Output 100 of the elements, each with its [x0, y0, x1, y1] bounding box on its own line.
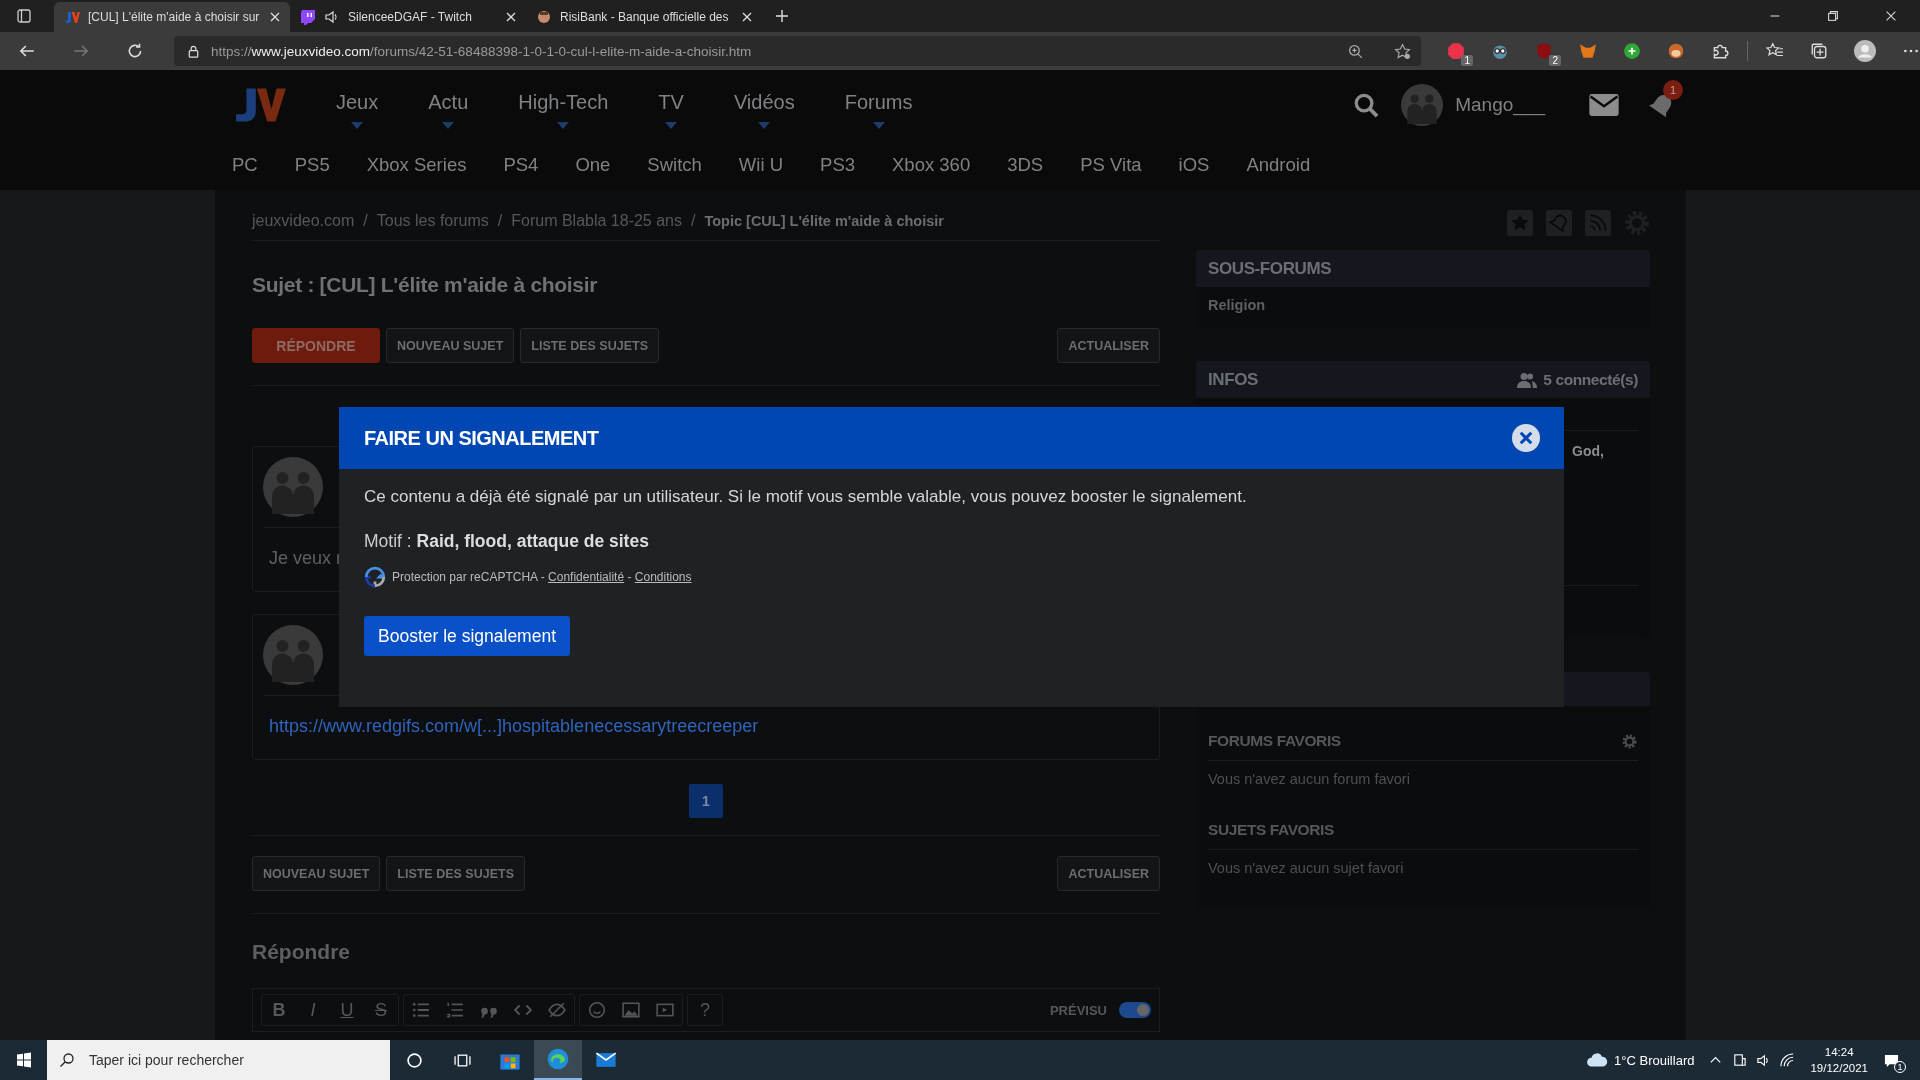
- preview-toggle[interactable]: [1119, 1002, 1151, 1018]
- action-button[interactable]: LISTE DES SUJETS: [386, 856, 525, 891]
- strikethrough-tool[interactable]: S: [372, 999, 390, 1021]
- platform-link[interactable]: Xbox 360: [892, 154, 971, 176]
- users-icon: [1517, 371, 1538, 388]
- head-icon: [536, 9, 552, 25]
- url-text: https://www.jeuxvideo.com/forums/42-51-68488398-1-0-1-0-cul-l-elite-m-aide-a-choisir.htm: [211, 43, 752, 59]
- cloud-icon[interactable]: [1586, 1052, 1609, 1068]
- platform-link[interactable]: Switch: [647, 154, 702, 176]
- notification-icon[interactable]: [1884, 1052, 1899, 1068]
- subforum-link[interactable]: Religion: [1208, 297, 1638, 313]
- weather-text[interactable]: 1°C Brouillard: [1614, 1052, 1695, 1068]
- tab-actions-icon[interactable]: [16, 8, 32, 24]
- caret-icon: [758, 122, 771, 129]
- profile-avatar-icon[interactable]: [1854, 40, 1876, 62]
- puzzle-icon[interactable]: [1711, 42, 1729, 60]
- stop-sign-icon[interactable]: [1447, 42, 1465, 60]
- boost-report-button[interactable]: Booster le signalement: [364, 616, 571, 656]
- browser-tab[interactable]: RisiBank - Banque officielle des: [526, 2, 762, 32]
- avatar-icon: [263, 625, 323, 685]
- breadcrumb-link[interactable]: Topic [CUL] L'élite m'aide à choisir: [704, 212, 944, 240]
- browser-tab[interactable]: SilenceeDGAF - Twitch: [290, 2, 526, 32]
- platform-link[interactable]: iOS: [1178, 154, 1210, 176]
- zoom-icon[interactable]: [1347, 42, 1364, 60]
- wifi-icon[interactable]: [1780, 1052, 1796, 1068]
- nav-link[interactable]: Vidéos: [733, 81, 795, 129]
- search-icon[interactable]: [1353, 92, 1380, 118]
- post-link[interactable]: https://www.redgifs.com/w[...]hospitablenecessarytreecreeper: [269, 716, 759, 736]
- close-icon[interactable]: [742, 12, 752, 22]
- close-icon[interactable]: [506, 12, 516, 22]
- nav-link[interactable]: High-Tech: [518, 81, 609, 129]
- italic-tool[interactable]: I: [304, 999, 322, 1021]
- add-favorite-icon[interactable]: [1394, 42, 1411, 60]
- new-tab-icon[interactable]: [774, 8, 790, 24]
- privacy-link[interactable]: Confidentialité: [548, 570, 625, 584]
- platform-link[interactable]: Wii U: [738, 154, 784, 176]
- platform-link[interactable]: Android: [1246, 154, 1311, 176]
- dialog-message: Ce contenu a déjà été signalé par un utilisateur. Si le motif vous semble valable, vous pouvez booster le signalement.: [364, 487, 1248, 507]
- topic-title: Sujet : [CUL] L'élite m'aide à choisir: [252, 273, 599, 297]
- platform-link[interactable]: PS5: [294, 154, 330, 176]
- terms-link[interactable]: Conditions: [634, 570, 692, 584]
- platform-link[interactable]: 3DS: [1007, 154, 1044, 176]
- browser-tab[interactable]: [CUL] L'élite m'aide à choisir sur: [54, 2, 290, 32]
- address-field[interactable]: https://www.jeuxvideo.com/forums/42-51-68488398-1-0-1-0-cul-l-elite-m-aide-a-choisir.htm: [174, 36, 1421, 66]
- recaptcha-icon: [364, 566, 386, 588]
- platform-link[interactable]: PS4: [503, 154, 539, 176]
- smiley-icon[interactable]: [588, 1001, 606, 1019]
- notification-count: 1: [1894, 1060, 1906, 1073]
- breadcrumb-separator: /: [691, 212, 696, 231]
- page-button[interactable]: 1: [689, 784, 723, 818]
- caret-icon: [351, 122, 364, 129]
- numbered-list-icon[interactable]: [446, 1001, 464, 1019]
- underline-tool[interactable]: U: [338, 999, 356, 1021]
- breadcrumb-link[interactable]: Forum Blabla 18-25 ans: [511, 212, 682, 240]
- glasses-face-icon[interactable]: [1491, 42, 1509, 60]
- platform-link[interactable]: Xbox Series: [366, 154, 467, 176]
- clock-date[interactable]: 19/12/2021: [1810, 1060, 1868, 1077]
- action-button[interactable]: NOUVEAU SUJET: [252, 856, 381, 891]
- close-icon[interactable]: [1884, 9, 1898, 23]
- bullet-list-icon[interactable]: [412, 1001, 430, 1019]
- platform-link[interactable]: PS3: [820, 154, 855, 176]
- nav-link[interactable]: Jeux: [336, 81, 379, 129]
- clock-time[interactable]: 14:24: [1824, 1043, 1854, 1060]
- taskbar-search-field[interactable]: Taper ici pour rechercher: [47, 1040, 390, 1080]
- extension-badge: 2: [1549, 55, 1561, 66]
- recaptcha-notice: Protection par reCAPTCHA - Confidentialité - Conditions: [392, 570, 692, 584]
- breadcrumb-link[interactable]: Tous les forums: [376, 212, 489, 240]
- hidden-eye-icon[interactable]: [548, 1001, 566, 1019]
- username[interactable]: Mango___: [1455, 94, 1545, 116]
- nav-link[interactable]: Forums: [844, 81, 913, 129]
- notification-badge: 1: [1663, 80, 1683, 100]
- action-button[interactable]: LISTE DES SUJETS: [520, 328, 659, 363]
- action-button[interactable]: ACTUALISER: [1057, 328, 1160, 363]
- windows-start-icon[interactable]: [16, 1052, 32, 1068]
- film-icon[interactable]: [656, 1001, 674, 1019]
- panel-title: INFOS: [1208, 369, 1258, 390]
- connected-count: 5 connecté(s): [1543, 370, 1638, 389]
- action-button[interactable]: ACTUALISER: [1057, 856, 1160, 891]
- taskbar-app[interactable]: [534, 1040, 582, 1080]
- plus-circle-icon[interactable]: [1623, 42, 1641, 60]
- restore-icon[interactable]: [1826, 9, 1840, 23]
- nav-link[interactable]: TV: [658, 81, 684, 129]
- action-button[interactable]: NOUVEAU SUJET: [386, 328, 515, 363]
- platform-link[interactable]: PS Vita: [1080, 154, 1142, 176]
- breadcrumb-link[interactable]: jeuxvideo.com: [252, 212, 355, 240]
- search-icon: [59, 1052, 75, 1068]
- device-icon[interactable]: [1732, 1052, 1748, 1068]
- refresh-icon[interactable]: [126, 42, 144, 60]
- platform-link[interactable]: PC: [232, 154, 258, 176]
- nav-link[interactable]: Actu: [428, 81, 469, 129]
- mail-icon[interactable]: [1589, 94, 1619, 116]
- jv-logo-icon: [64, 9, 80, 25]
- image-icon[interactable]: [622, 1001, 640, 1019]
- collections-icon[interactable]: [1810, 42, 1828, 60]
- bold-tool[interactable]: B: [270, 999, 288, 1021]
- fox-icon[interactable]: [1579, 42, 1597, 60]
- close-icon[interactable]: [1512, 424, 1540, 452]
- close-icon[interactable]: [270, 12, 280, 22]
- monkey-face-icon[interactable]: [1667, 42, 1685, 60]
- platform-link[interactable]: One: [575, 154, 611, 176]
